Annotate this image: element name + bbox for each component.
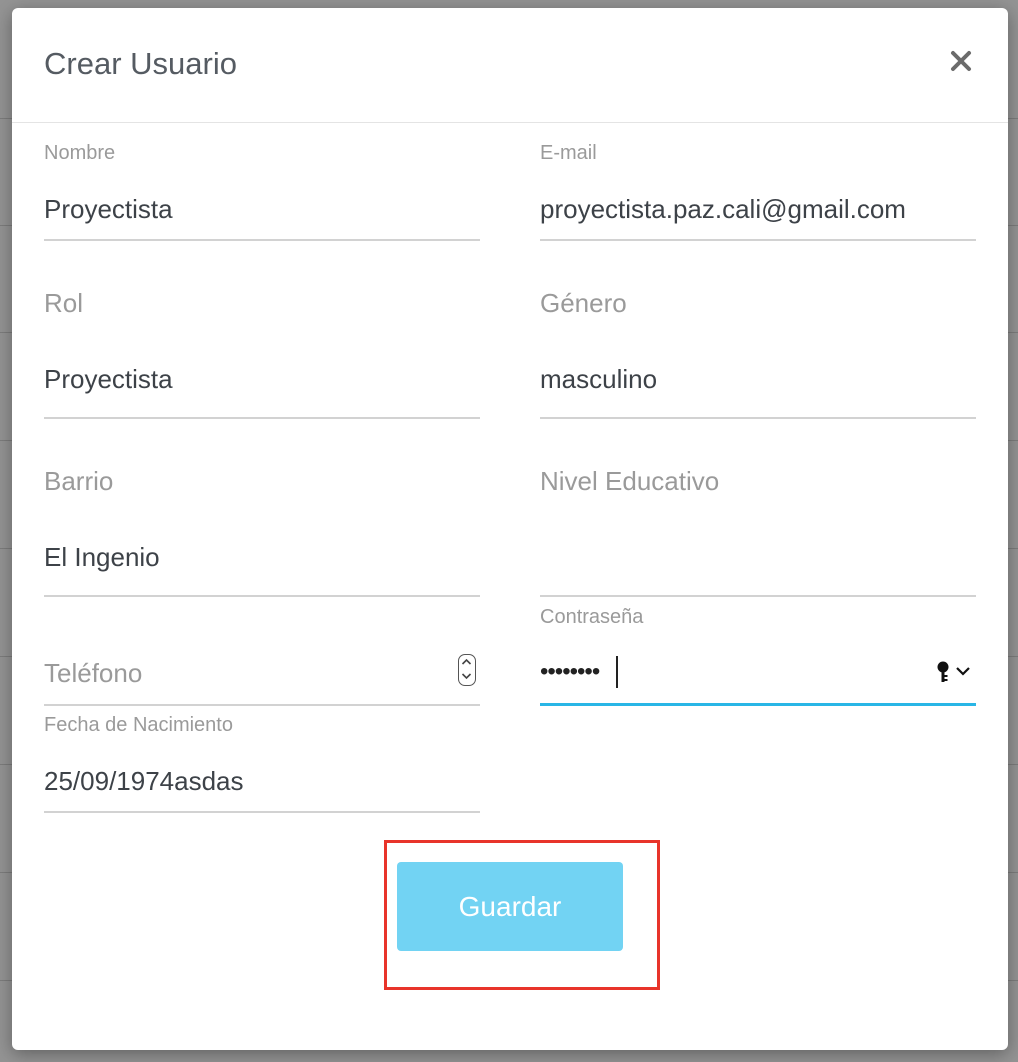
close-button[interactable]: [944, 44, 978, 78]
rol-select[interactable]: Rol Proyectista: [44, 288, 480, 420]
nombre-value[interactable]: Proyectista: [44, 194, 173, 225]
chevron-down-icon[interactable]: [459, 670, 474, 682]
barrio-label: Barrio: [44, 466, 114, 496]
nivel-educativo-underline: [540, 595, 976, 597]
email-label: E-mail: [540, 142, 597, 164]
modal-header: Crear Usuario: [12, 8, 1008, 123]
genero-underline: [540, 417, 976, 419]
key-icon: [937, 661, 970, 682]
fecha-nacimiento-field[interactable]: Fecha de Nacimiento 25/09/1974asdas: [44, 714, 480, 816]
nivel-educativo-select[interactable]: Nivel Educativo: [540, 466, 976, 598]
save-button[interactable]: Guardar: [397, 862, 623, 951]
genero-select[interactable]: Género masculino: [540, 288, 976, 420]
nivel-educativo-label: Nivel Educativo: [540, 466, 720, 496]
barrio-underline: [44, 595, 480, 597]
rol-value[interactable]: Proyectista: [44, 364, 173, 395]
modal-title: Crear Usuario: [44, 46, 237, 81]
telefono-placeholder: Teléfono: [44, 658, 143, 688]
close-icon: [951, 51, 971, 71]
email-value[interactable]: proyectista.paz.cali@gmail.com: [540, 194, 906, 225]
password-manager-button[interactable]: [936, 660, 974, 689]
contrasena-value[interactable]: ••••••••: [540, 658, 600, 686]
contrasena-label: Contraseña: [540, 606, 644, 628]
telefono-field[interactable]: Teléfono: [44, 652, 480, 708]
genero-value[interactable]: masculino: [540, 364, 657, 395]
email-field[interactable]: E-mail proyectista.paz.cali@gmail.com: [540, 142, 976, 242]
nombre-underline: [44, 239, 480, 241]
rol-underline: [44, 417, 480, 419]
telefono-spinner[interactable]: [458, 654, 476, 686]
barrio-select[interactable]: Barrio El Ingenio: [44, 466, 480, 598]
telefono-underline: [44, 704, 480, 706]
nombre-label: Nombre: [44, 142, 116, 164]
nombre-field[interactable]: Nombre Proyectista: [44, 142, 480, 242]
create-user-modal: Crear Usuario Nombre Proyectista E-mail …: [12, 8, 1008, 1050]
fecha-nacimiento-value[interactable]: 25/09/1974asdas: [44, 766, 244, 797]
barrio-value[interactable]: El Ingenio: [44, 542, 160, 573]
chevron-up-icon[interactable]: [459, 656, 474, 668]
fecha-nacimiento-underline: [44, 811, 480, 813]
genero-label: Género: [540, 288, 627, 318]
text-caret: [616, 656, 618, 688]
contrasena-underline: [540, 703, 976, 706]
fecha-nacimiento-label: Fecha de Nacimiento: [44, 714, 233, 736]
rol-label: Rol: [44, 288, 84, 318]
contrasena-field[interactable]: Contraseña ••••••••: [540, 606, 976, 708]
email-underline: [540, 239, 976, 241]
